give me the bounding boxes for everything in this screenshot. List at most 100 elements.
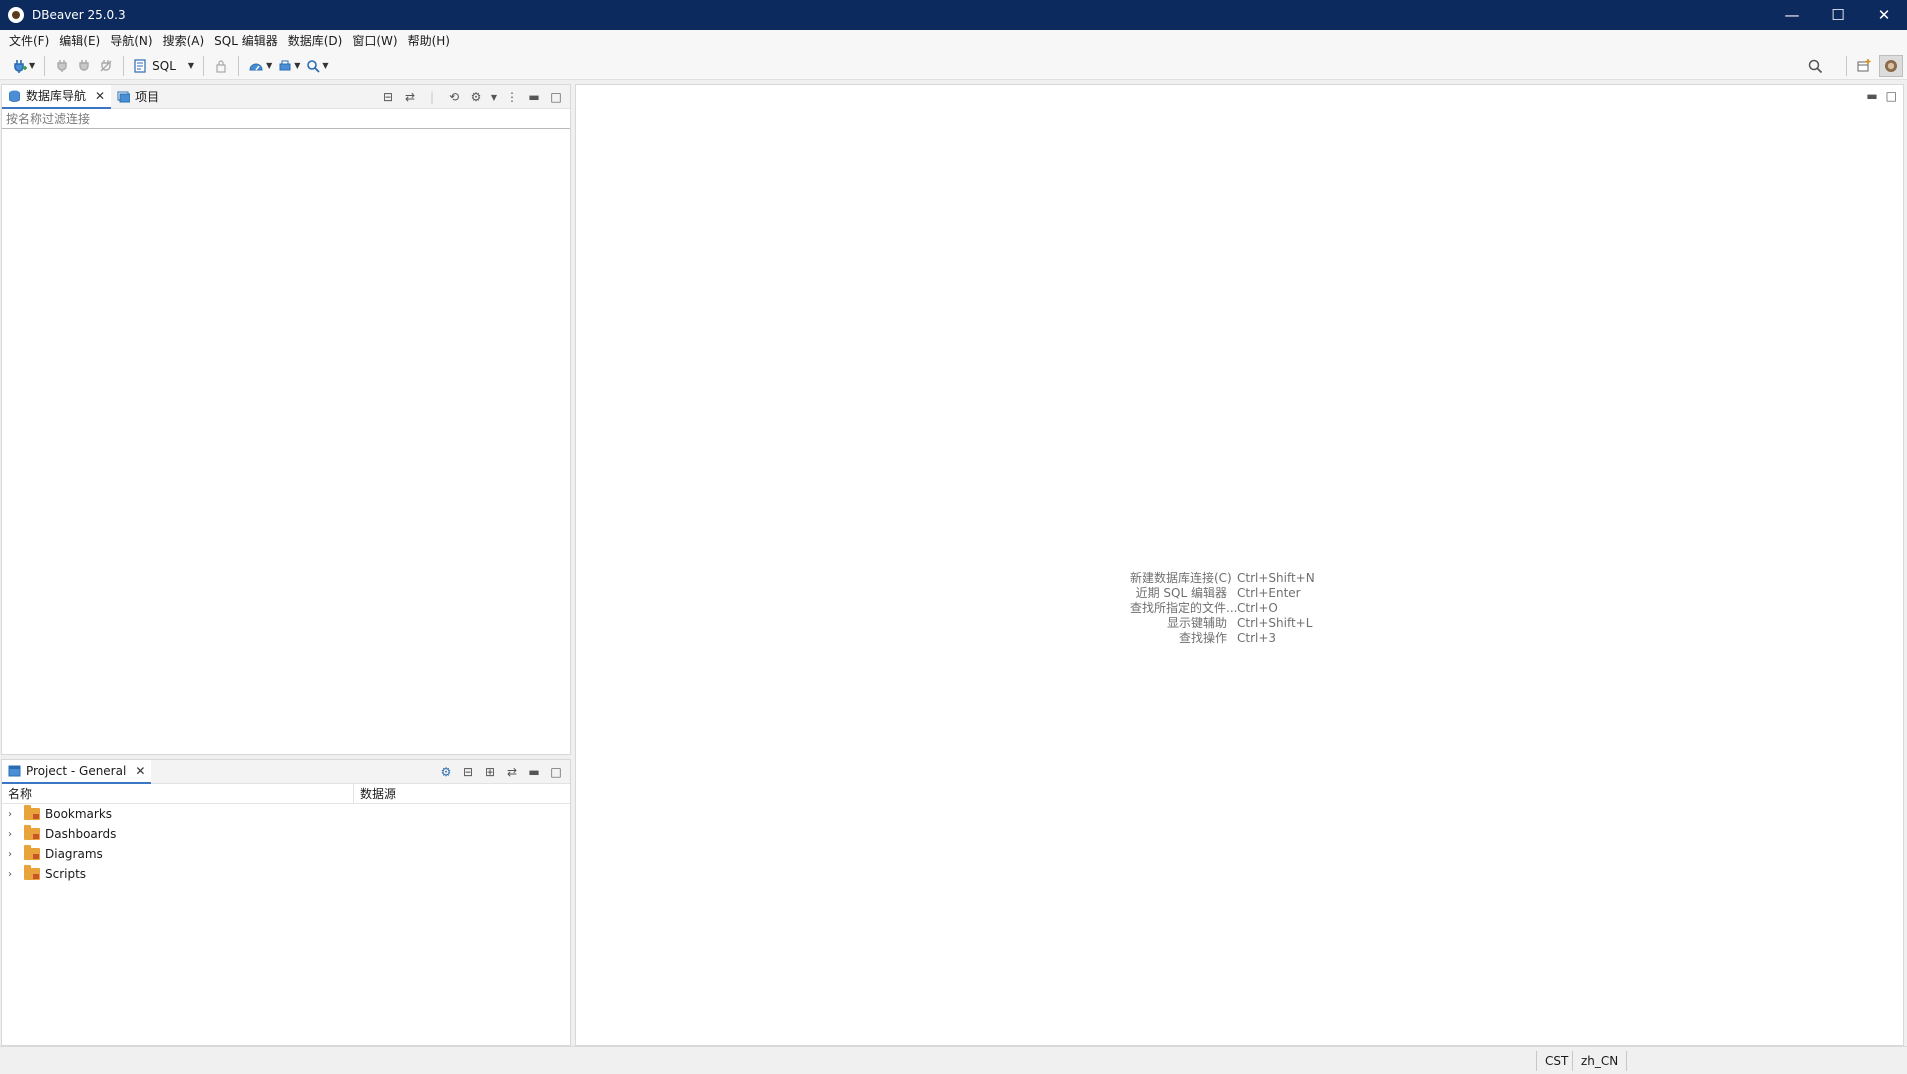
toolbar-right xyxy=(1804,52,1903,80)
editor-tools: ▬ □ xyxy=(1866,89,1897,103)
chevron-right-icon[interactable]: › xyxy=(8,849,20,860)
close-button[interactable]: ✕ xyxy=(1861,0,1907,30)
expand-all-icon[interactable]: ⊞ xyxy=(482,765,498,779)
tab-projects[interactable]: 项目 xyxy=(111,85,165,109)
toolbar-separator xyxy=(123,55,125,76)
database-icon xyxy=(9,90,20,102)
reconnect-button[interactable] xyxy=(73,55,95,77)
hint-shortcut: Ctrl+O xyxy=(1237,601,1278,615)
close-icon[interactable]: ✕ xyxy=(135,764,145,778)
disconnect-button[interactable] xyxy=(95,55,117,77)
beaver-icon xyxy=(1885,60,1897,72)
connect-button[interactable] xyxy=(51,55,73,77)
status-timezone[interactable]: CST xyxy=(1536,1051,1576,1071)
toolbar-separator xyxy=(1846,56,1847,76)
link-with-editor-icon[interactable]: ⇄ xyxy=(504,765,520,779)
database-tasks-button[interactable]: ▼ xyxy=(275,55,303,77)
printer-icon xyxy=(279,60,291,70)
plug-refresh-icon xyxy=(79,59,89,71)
minimize-view-icon[interactable]: ▬ xyxy=(1866,89,1877,103)
project-tabs: Project - General ✕ ⚙ ⊟ ⊞ ⇄ ▬ □ xyxy=(2,759,570,784)
dashboards-folder-icon xyxy=(24,825,40,840)
view-menu-icon[interactable]: ⋮ xyxy=(504,90,520,104)
new-folder-icon[interactable]: ⟲ xyxy=(446,90,462,104)
menu-window[interactable]: 窗口(W) xyxy=(347,30,402,52)
tab-database-navigator[interactable]: 数据库导航 ✕ xyxy=(2,84,112,109)
hint-label: 新建数据库连接(C) xyxy=(1130,571,1232,585)
search-icon xyxy=(307,59,321,73)
connection-filter-input[interactable] xyxy=(2,109,570,129)
configure-connection-icon[interactable]: ⚙ xyxy=(468,90,484,104)
chevron-down-icon[interactable]: ▼ xyxy=(188,61,194,70)
menu-edit[interactable]: 编辑(E) xyxy=(54,30,105,52)
chevron-down-icon[interactable]: ▼ xyxy=(266,61,272,70)
lock-icon xyxy=(216,59,226,73)
global-search-button[interactable] xyxy=(1804,55,1826,77)
chevron-down-icon[interactable]: ▼ xyxy=(490,93,498,102)
menu-database[interactable]: 数据库(D) xyxy=(283,30,348,52)
dbeaver-perspective-button[interactable] xyxy=(1879,55,1903,77)
chevron-down-icon[interactable]: ▼ xyxy=(294,61,300,70)
maximize-view-icon[interactable]: □ xyxy=(548,765,564,779)
sql-editor-button[interactable]: SQL ▼ xyxy=(130,55,197,77)
maximize-view-icon[interactable]: □ xyxy=(548,90,564,104)
toolbar-separator xyxy=(238,55,240,76)
tree-item-dashboards[interactable]: › Dashboards xyxy=(2,824,570,844)
menu-navigate[interactable]: 导航(N) xyxy=(105,30,157,52)
hint-row: 显示键辅助 Ctrl+Shift+L xyxy=(1130,616,1530,631)
tree-item-diagrams[interactable]: › Diagrams xyxy=(2,844,570,864)
main-toolbar: ▼ SQL ▼ ▼ ▼ ▼ xyxy=(0,52,1907,80)
project-tools: ⚙ ⊟ ⊞ ⇄ ▬ □ xyxy=(438,760,564,784)
minimize-view-icon[interactable]: ▬ xyxy=(526,765,542,779)
menu-file[interactable]: 文件(F) xyxy=(4,30,54,52)
database-navigator-panel: 数据库导航 ✕ 项目 ⊟ ⇄ | ⟲ ⚙ ▼ ⋮ ▬ □ xyxy=(1,84,571,755)
toolbar-separator xyxy=(203,55,205,76)
hint-row: 新建数据库连接(C) Ctrl+Shift+N xyxy=(1130,571,1530,586)
menu-help[interactable]: 帮助(H) xyxy=(403,30,455,52)
new-connection-button[interactable]: ▼ xyxy=(8,55,38,77)
status-bar: CST zh_CN xyxy=(0,1046,1907,1074)
hint-label: 查找所指定的文件... xyxy=(1130,601,1238,615)
link-with-editor-icon[interactable]: ⇄ xyxy=(402,90,418,104)
hint-label: 显示键辅助 xyxy=(1166,616,1227,630)
maximize-button[interactable]: ☐ xyxy=(1815,0,1861,30)
window-controls: — ☐ ✕ xyxy=(1769,0,1907,30)
project-tree-header: 名称 数据源 xyxy=(2,783,570,804)
toolbar-separator xyxy=(44,55,46,76)
gear-icon[interactable]: ⚙ xyxy=(438,765,454,779)
minimize-button[interactable]: — xyxy=(1769,0,1815,30)
chevron-right-icon[interactable]: › xyxy=(8,829,20,840)
maximize-view-icon[interactable]: □ xyxy=(1886,89,1897,103)
tree-item-label: Diagrams xyxy=(45,847,103,861)
menu-sql-editor[interactable]: SQL 编辑器 xyxy=(209,30,283,52)
tree-item-scripts[interactable]: › Scripts xyxy=(2,864,570,884)
menu-search[interactable]: 搜索(A) xyxy=(158,30,210,52)
chevron-right-icon[interactable]: › xyxy=(8,869,20,880)
sql-button-label: SQL xyxy=(152,58,176,73)
status-locale[interactable]: zh_CN xyxy=(1572,1051,1628,1071)
dashboard-button[interactable]: ▼ xyxy=(245,55,275,77)
hint-shortcut: Ctrl+3 xyxy=(1237,631,1277,645)
hint-label: 近期 SQL 编辑器 xyxy=(1135,586,1227,600)
transaction-mode-button[interactable] xyxy=(210,55,232,77)
hint-shortcut: Ctrl+Enter xyxy=(1237,586,1301,600)
chevron-right-icon[interactable]: › xyxy=(8,809,20,820)
tab-project-general[interactable]: Project - General ✕ xyxy=(2,759,152,784)
close-icon[interactable]: ✕ xyxy=(95,89,105,103)
chevron-down-icon[interactable]: ▼ xyxy=(29,61,35,70)
collapse-all-icon[interactable]: ⊟ xyxy=(380,90,396,104)
window-title: DBeaver 25.0.3 xyxy=(32,8,126,22)
collapse-all-icon[interactable]: ⊟ xyxy=(460,765,476,779)
chevron-down-icon[interactable]: ▼ xyxy=(322,61,328,70)
tree-item-bookmarks[interactable]: › Bookmarks xyxy=(2,804,570,824)
minimize-view-icon[interactable]: ▬ xyxy=(526,90,542,104)
hint-row: 查找操作 Ctrl+3 xyxy=(1130,631,1530,646)
navigator-tools: ⊟ ⇄ | ⟲ ⚙ ▼ ⋮ ▬ □ xyxy=(380,85,564,109)
open-perspective-button[interactable] xyxy=(1853,55,1875,77)
column-header-name[interactable]: 名称 xyxy=(2,783,354,804)
plug-disconnect-icon xyxy=(100,59,112,71)
column-header-datasource[interactable]: 数据源 xyxy=(354,784,396,804)
gauge-icon xyxy=(249,63,263,70)
search-toolbar-button[interactable]: ▼ xyxy=(303,55,331,77)
editor-area[interactable]: ▬ □ xyxy=(575,84,1904,1046)
